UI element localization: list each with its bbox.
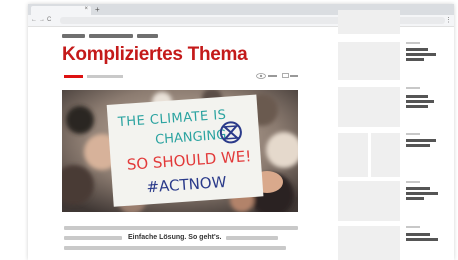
category-tag[interactable]: [89, 34, 133, 38]
related-title[interactable]: [406, 144, 430, 147]
related-title[interactable]: [406, 100, 434, 103]
related-tag: [406, 181, 420, 183]
eye-icon[interactable]: [256, 73, 266, 79]
forward-icon[interactable]: →: [39, 15, 45, 26]
tab-close-icon[interactable]: ×: [84, 5, 88, 14]
author-meta: [87, 75, 123, 78]
related-thumbnail[interactable]: [338, 133, 368, 177]
caption-line: [226, 236, 278, 240]
related-title[interactable]: [406, 187, 430, 190]
related-title[interactable]: [406, 105, 428, 108]
browser-tab[interactable]: ×: [31, 6, 91, 15]
related-tag: [406, 42, 420, 44]
accent-line: [64, 75, 83, 78]
image-caption: Einfache Lösung. So geht's.: [128, 234, 222, 241]
related-thumbnail[interactable]: [338, 181, 400, 221]
caption-line: [64, 246, 286, 250]
related-tag: [406, 133, 420, 135]
related-title[interactable]: [406, 139, 436, 142]
related-title[interactable]: [406, 95, 428, 98]
caption-line: [64, 236, 122, 240]
related-thumbnail[interactable]: [338, 87, 400, 127]
category-tag[interactable]: [62, 34, 85, 38]
caption-line: [64, 226, 298, 230]
related-title[interactable]: [406, 48, 428, 51]
back-icon[interactable]: ←: [31, 15, 37, 26]
related-thumbnail[interactable]: [338, 42, 400, 80]
related-title[interactable]: [406, 58, 424, 61]
reload-icon[interactable]: C: [47, 15, 51, 26]
related-tag: [406, 226, 420, 228]
related-title[interactable]: [406, 192, 438, 195]
related-thumbnail[interactable]: [338, 226, 400, 260]
comment-icon[interactable]: [282, 73, 289, 79]
related-thumbnail[interactable]: [338, 10, 400, 34]
hero-image[interactable]: THE CLIMATE IS CHANGING SO SHOULD WE! #A…: [62, 90, 298, 212]
view-count: [268, 75, 277, 77]
sidebar: [338, 4, 458, 260]
related-tag: [406, 87, 420, 89]
related-title[interactable]: [406, 53, 436, 56]
article-title: Kompliziertes Thema: [62, 44, 248, 65]
related-title[interactable]: [406, 238, 438, 241]
related-thumbnail[interactable]: [371, 133, 400, 177]
comment-count: [290, 75, 298, 77]
related-title[interactable]: [406, 197, 424, 200]
new-tab-icon[interactable]: +: [95, 4, 100, 15]
related-title[interactable]: [406, 233, 430, 236]
category-tag[interactable]: [137, 34, 158, 38]
